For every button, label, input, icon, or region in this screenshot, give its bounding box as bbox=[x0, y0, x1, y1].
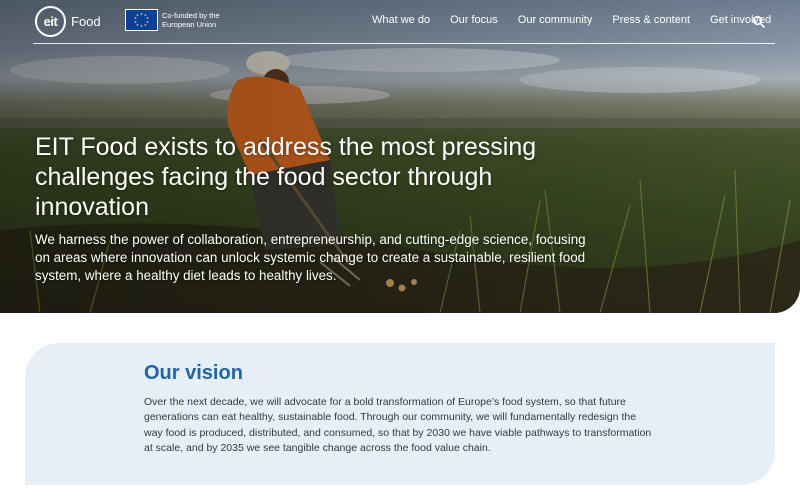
eu-badge-text: Co-funded by the European Union bbox=[162, 11, 220, 29]
eu-cofunded-badge: Co-funded by the European Union bbox=[125, 9, 252, 31]
vision-body: Over the next decade, we will advocate f… bbox=[144, 396, 652, 455]
hero-content: EIT Food exists to address the most pres… bbox=[35, 132, 595, 285]
eu-flag-icon bbox=[125, 9, 158, 31]
vision-title: Our vision bbox=[144, 362, 243, 384]
hero-banner: eit Food Co-funded by the European Union… bbox=[0, 0, 800, 313]
header-divider bbox=[33, 43, 775, 44]
nav-what-we-do[interactable]: What we do bbox=[372, 14, 430, 26]
nav-press-content[interactable]: Press & content bbox=[612, 14, 690, 26]
logo-word: Food bbox=[71, 13, 101, 29]
hero-subtitle: We harness the power of collaboration, e… bbox=[35, 232, 586, 283]
eit-food-logo[interactable]: eit Food bbox=[35, 5, 107, 37]
main-nav: What we do Our focus Our community Press… bbox=[372, 14, 771, 26]
nav-our-focus[interactable]: Our focus bbox=[450, 14, 498, 26]
site-header: eit Food Co-funded by the European Union… bbox=[0, 0, 800, 44]
logo-mark: eit bbox=[35, 5, 66, 37]
search-icon[interactable] bbox=[752, 15, 766, 29]
vision-section: Our vision Over the next decade, we will… bbox=[25, 343, 775, 485]
nav-our-community[interactable]: Our community bbox=[518, 14, 593, 26]
hero-title: EIT Food exists to address the most pres… bbox=[35, 133, 537, 221]
